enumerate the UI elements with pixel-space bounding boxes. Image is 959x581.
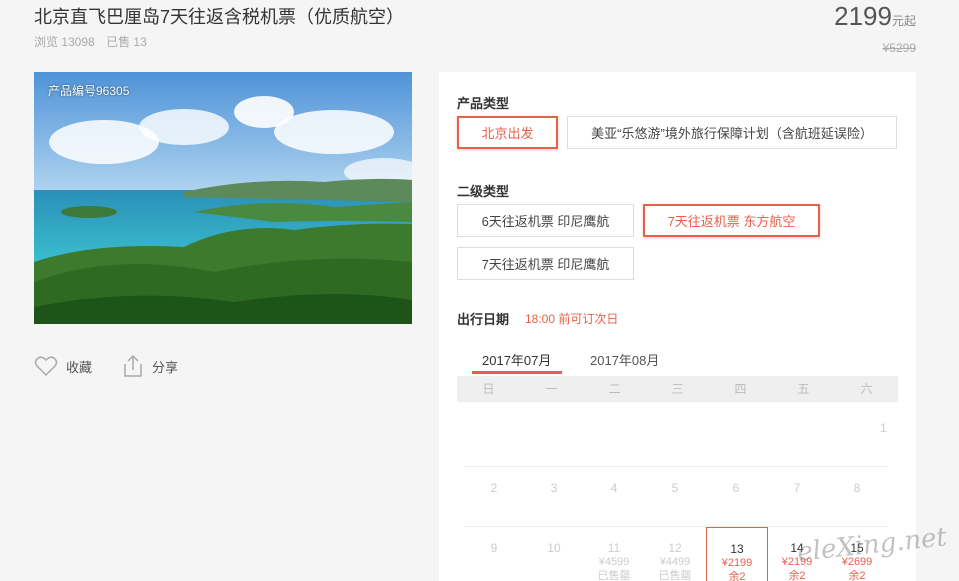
calendar-day: 2 xyxy=(490,481,498,495)
price-box: 2199元起 ¥5299 xyxy=(834,0,916,55)
calendar-day: 1 xyxy=(880,421,887,435)
sold-count: 已售 13 xyxy=(106,35,147,49)
product-type-label: 产品类型 xyxy=(457,96,510,111)
weekday-sun: 日 xyxy=(482,382,495,396)
weekday-thu: 四 xyxy=(734,382,747,396)
calendar-day: 5 xyxy=(671,481,679,495)
calendar-day: 6 xyxy=(732,481,740,495)
active-tab-indicator xyxy=(472,371,562,374)
weekday-sat: 六 xyxy=(860,382,873,396)
price: 2199元起 xyxy=(834,1,916,31)
action-bar: 收藏 分享 xyxy=(34,354,208,378)
favorite-label: 收藏 xyxy=(66,359,93,375)
heart-icon xyxy=(34,356,58,377)
calendar-week: 2 3 4 5 6 7 8 xyxy=(464,467,887,527)
calendar-day: 3 xyxy=(550,481,558,495)
calendar-day: 10 xyxy=(547,541,561,555)
weekday-fri: 五 xyxy=(797,382,810,396)
booking-cutoff-note: 18:00 前可订次日 xyxy=(525,312,619,326)
sub-type-option[interactable]: 7天往返机票 印尼鹰航 xyxy=(457,247,634,280)
calendar-day: 4 xyxy=(610,481,618,495)
weekday-header: 日 一 二 三 四 五 六 xyxy=(457,376,898,402)
landscape-image xyxy=(34,72,412,324)
share-icon xyxy=(124,354,142,377)
weekday-tue: 二 xyxy=(608,382,621,396)
views-count: 浏览 13098 xyxy=(34,35,95,49)
original-price: ¥5299 xyxy=(882,41,916,55)
product-photo: 产品编号96305 xyxy=(34,72,412,324)
calendar-week: 1 xyxy=(464,407,887,467)
calendar-day: 7 xyxy=(793,481,801,495)
weekday-wed: 三 xyxy=(671,382,684,396)
product-stats: 浏览 13098 已售 13 xyxy=(34,33,155,50)
calendar-day-soldout: 12 ¥4499 已售罄 xyxy=(658,541,692,581)
sub-type-option[interactable]: 7天往返机票 东方航空 xyxy=(643,204,820,237)
weekday-mon: 一 xyxy=(545,382,558,396)
sub-type-label: 二级类型 xyxy=(457,184,510,199)
favorite-button[interactable]: 收藏 xyxy=(34,355,92,377)
tab-july[interactable]: 2017年07月 xyxy=(482,350,551,369)
product-number: 产品编号96305 xyxy=(48,84,130,98)
share-label: 分享 xyxy=(152,359,179,375)
tab-august[interactable]: 2017年08月 xyxy=(590,350,659,369)
calendar-day: 8 xyxy=(853,481,861,495)
share-button[interactable]: 分享 xyxy=(122,354,178,378)
product-type-option[interactable]: 美亚“乐悠游”境外旅行保障计划（含航班延误险） xyxy=(567,116,897,149)
calendar-day-selected[interactable]: 13 ¥2199 余2 xyxy=(706,527,768,581)
sub-type-option[interactable]: 6天往返机票 印尼鹰航 xyxy=(457,204,634,237)
calendar-day: 9 xyxy=(490,541,498,555)
product-type-option[interactable]: 北京出发 xyxy=(457,116,558,149)
calendar-day-soldout: 11 ¥4599 已售罄 xyxy=(597,541,631,581)
page-title: 北京直飞巴厘岛7天往返含税机票（优质航空） xyxy=(34,7,405,27)
booking-panel: 产品类型 北京出发 美亚“乐悠游”境外旅行保障计划（含航班延误险） 二级类型 6… xyxy=(439,72,916,581)
date-label: 出行日期 xyxy=(457,312,510,327)
